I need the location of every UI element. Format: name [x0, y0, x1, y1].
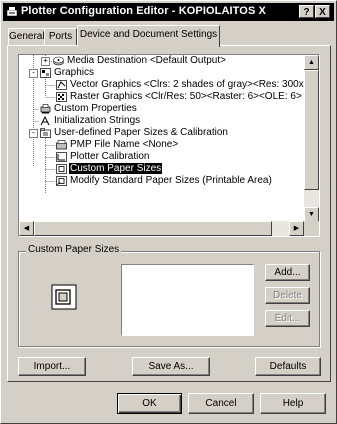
tree-expander-plus[interactable]: + — [41, 57, 50, 66]
close-title-button[interactable]: X — [315, 5, 330, 18]
tree-vertical-scrollbar[interactable]: ▲ ▼ — [304, 55, 319, 222]
scroll-up-arrow-icon[interactable]: ▲ — [304, 55, 319, 70]
defaults-button[interactable]: Defaults — [255, 357, 321, 376]
save-as-button[interactable]: Save As... — [132, 357, 210, 376]
settings-tree[interactable]: + Media Destination <Default Output> - G… — [18, 54, 320, 237]
add-button-label: Add... — [274, 267, 301, 278]
custom-properties-icon — [40, 104, 51, 114]
vertical-scroll-thumb[interactable] — [304, 70, 319, 190]
tree-expander-minus[interactable]: - — [29, 69, 38, 78]
scroll-right-arrow-icon[interactable]: ▶ — [289, 221, 304, 236]
paper-size-icon — [51, 284, 77, 310]
raster-graphics-icon — [56, 92, 67, 102]
scroll-down-arrow-icon[interactable]: ▼ — [304, 207, 319, 222]
ok-button[interactable]: OK — [117, 393, 182, 414]
cancel-button[interactable]: Cancel — [188, 393, 254, 414]
tree-item-initialization-strings[interactable]: Initialization Strings — [53, 115, 141, 127]
delete-button-label: Delete — [273, 290, 302, 301]
tab-device-and-document-settings[interactable]: Device and Document Settings — [77, 25, 220, 47]
help-title-button[interactable]: ? — [299, 5, 314, 18]
scrollbar-corner — [304, 221, 319, 236]
help-button-label: Help — [282, 398, 304, 409]
plotter-calibration-icon — [56, 152, 67, 162]
horizontal-scroll-thumb[interactable] — [34, 221, 272, 236]
delete-button[interactable]: Delete — [265, 287, 310, 304]
custom-paper-sizes-list[interactable] — [121, 264, 254, 336]
tree-item-pmp-file-name[interactable]: PMP File Name <None> — [69, 139, 179, 151]
dialog-window: Plotter Configuration Editor - KOPIOLAIT… — [0, 0, 337, 424]
tree-item-custom-properties[interactable]: Custom Properties — [53, 103, 138, 115]
custom-paper-sizes-icon — [56, 164, 67, 174]
defaults-button-label: Defaults — [269, 361, 307, 372]
import-button[interactable]: Import... — [18, 357, 86, 376]
plotter-app-icon — [6, 7, 18, 17]
custom-paper-sizes-group-label: Custom Paper Sizes — [26, 244, 122, 255]
pmp-file-icon — [56, 140, 67, 150]
modify-paper-sizes-icon — [56, 176, 67, 186]
add-button[interactable]: Add... — [265, 264, 310, 281]
media-destination-icon — [53, 56, 64, 66]
window-title: Plotter Configuration Editor - KOPIOLAIT… — [21, 5, 266, 17]
tree-item-user-defined-paper-sizes[interactable]: User-defined Paper Sizes & Calibration — [53, 127, 229, 139]
tab-ports[interactable]: Ports — [44, 28, 77, 46]
graphics-icon — [40, 68, 51, 78]
tab-general[interactable]: General — [8, 28, 45, 46]
tree-item-modify-standard-paper-sizes[interactable]: Modify Standard Paper Sizes (Printable A… — [69, 175, 273, 187]
save-as-button-label: Save As... — [148, 361, 194, 372]
ok-button-label: OK — [142, 398, 157, 409]
tree-item-vector-graphics[interactable]: Vector Graphics <Clrs: 2 shades of gray>… — [69, 79, 304, 91]
tree-item-plotter-calibration[interactable]: Plotter Calibration — [69, 151, 150, 163]
cancel-button-label: Cancel — [205, 398, 237, 409]
import-button-label: Import... — [33, 361, 71, 372]
tree-expander-minus[interactable]: - — [29, 129, 38, 138]
paper-sizes-folder-icon — [40, 128, 51, 138]
title-bar[interactable]: Plotter Configuration Editor - KOPIOLAIT… — [3, 3, 334, 21]
edit-button-label: Edit... — [274, 313, 301, 324]
tree-item-graphics[interactable]: Graphics — [53, 67, 95, 79]
help-button[interactable]: Help — [260, 393, 326, 414]
vector-graphics-icon — [56, 80, 67, 90]
initialization-strings-icon — [40, 116, 50, 126]
tree-item-custom-paper-sizes[interactable]: Custom Paper Sizes — [69, 163, 163, 175]
tree-item-media-destination[interactable]: Media Destination <Default Output> — [66, 55, 227, 67]
tree-item-raster-graphics[interactable]: Raster Graphics <Clr/Res: 50><Raster: 6>… — [69, 91, 303, 103]
tree-content: + Media Destination <Default Output> - G… — [19, 55, 304, 222]
edit-button[interactable]: Edit... — [265, 310, 310, 327]
scroll-left-arrow-icon[interactable]: ◀ — [19, 221, 34, 236]
tree-horizontal-scrollbar[interactable]: ◀ ▶ — [19, 221, 304, 236]
